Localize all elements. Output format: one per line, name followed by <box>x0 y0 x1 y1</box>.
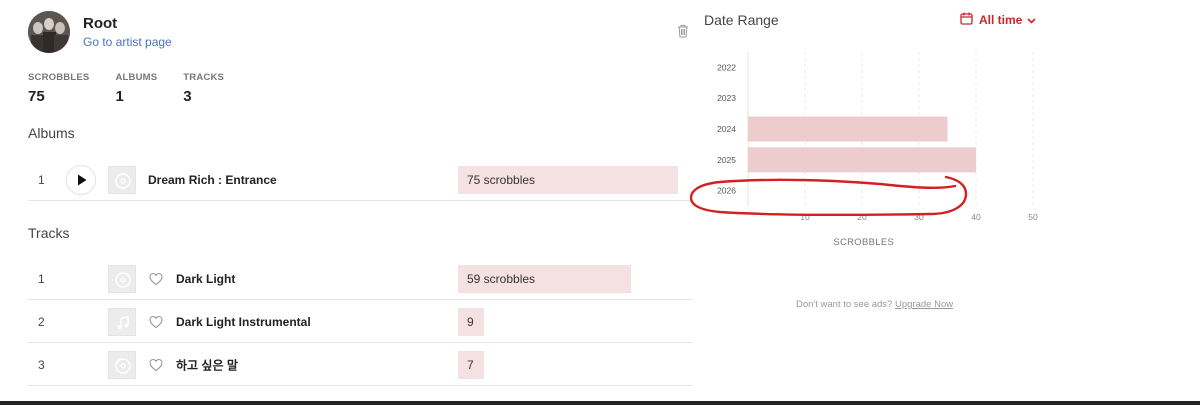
record-icon <box>115 172 131 189</box>
scrobble-bar: 59 scrobbles <box>458 264 631 293</box>
track-title[interactable]: 하고 싶은 말 <box>176 356 238 373</box>
album-thumbnail[interactable] <box>108 165 136 194</box>
heart-icon[interactable] <box>149 272 163 285</box>
artist-name: Root <box>83 15 118 32</box>
all-time-dropdown[interactable]: All time <box>960 12 1036 28</box>
albums-heading: Albums <box>28 125 75 141</box>
heart-icon[interactable] <box>149 315 163 328</box>
stat-value: 3 <box>183 88 192 105</box>
stat-value: 1 <box>115 88 124 105</box>
track-rank: 2 <box>38 314 45 329</box>
stat-albums: ALBUMS 1 <box>115 72 157 106</box>
all-time-label: All time <box>979 13 1023 27</box>
x-tick-label: 20 <box>857 212 867 222</box>
annotation-circle <box>690 175 968 217</box>
date-range-chart: 2022202320242025202610 20 30 40 50SCROBBLES <box>690 52 1038 248</box>
artist-avatar[interactable] <box>28 11 70 53</box>
track-thumbnail[interactable] <box>108 307 136 336</box>
y-tick-label: 2025 <box>717 155 736 165</box>
bottom-border <box>0 401 1200 405</box>
artist-photo <box>28 11 70 53</box>
stat-scrobbles: SCROBBLES 75 <box>28 72 89 106</box>
scrobble-count: 9 <box>467 314 474 329</box>
scrobble-count: 7 <box>467 357 474 372</box>
y-tick-label: 2024 <box>717 124 736 134</box>
play-icon <box>78 174 87 185</box>
chevron-down-icon <box>1027 13 1036 27</box>
tracks-heading: Tracks <box>28 225 70 241</box>
stat-tracks: TRACKS 3 <box>183 72 224 106</box>
stats: SCROBBLES 75 ALBUMS 1 TRACKS 3 <box>28 72 250 106</box>
x-axis-label: SCROBBLES <box>833 237 894 248</box>
stat-label: ALBUMS <box>115 72 158 83</box>
stat-label: SCROBBLES <box>28 72 90 83</box>
y-tick-label: 2022 <box>717 62 736 72</box>
album-rank: 1 <box>38 172 45 187</box>
x-tick-label: 50 <box>1028 212 1038 222</box>
track-thumbnail[interactable] <box>108 350 136 379</box>
track-row[interactable]: 2 Dark Light Instrumental 9 <box>28 301 692 343</box>
record-icon <box>115 357 131 374</box>
scrobble-bar: 75 scrobbles <box>458 165 678 194</box>
go-to-artist-page-link[interactable]: Go to artist page <box>83 34 172 50</box>
heart-icon[interactable] <box>149 358 163 371</box>
track-row[interactable]: 1 Dark Light 59 scrobbles <box>28 258 692 300</box>
track-thumbnail[interactable] <box>108 264 136 293</box>
track-title[interactable]: Dark Light Instrumental <box>176 315 311 329</box>
scrobble-bar: 9 <box>458 307 484 336</box>
stat-value: 75 <box>28 88 45 105</box>
track-rank: 3 <box>38 357 45 372</box>
record-icon <box>115 271 131 288</box>
y-tick-label: 2026 <box>717 186 736 196</box>
track-rank: 1 <box>38 271 45 286</box>
play-button[interactable] <box>66 164 96 195</box>
ads-notice: Don't want to see ads? Upgrade Now <box>796 299 953 310</box>
trash-icon[interactable] <box>677 24 689 38</box>
album-row[interactable]: 1 Dream Rich : Entrance 75 scrobbles <box>28 159 692 201</box>
date-range-title: Date Range <box>704 12 779 28</box>
x-tick-label: 40 <box>971 212 981 222</box>
album-title[interactable]: Dream Rich : Entrance <box>148 173 277 187</box>
ads-text: Don't want to see ads? <box>796 299 893 310</box>
y-tick-label: 2023 <box>717 93 736 103</box>
scrobble-count: 59 scrobbles <box>467 271 536 286</box>
music-note-icon <box>117 315 129 329</box>
scrobble-count: 75 scrobbles <box>467 172 536 187</box>
calendar-icon <box>960 12 973 28</box>
stat-label: TRACKS <box>183 72 225 83</box>
track-title[interactable]: Dark Light <box>176 272 235 286</box>
artist-header: Root Go to artist page <box>28 10 172 54</box>
upgrade-now-link[interactable]: Upgrade Now <box>895 299 953 310</box>
scrobble-bar: 7 <box>458 350 484 379</box>
chart-bar <box>748 147 976 173</box>
track-row[interactable]: 3 하고 싶은 말 7 <box>28 344 692 386</box>
chart-bar <box>748 116 948 142</box>
